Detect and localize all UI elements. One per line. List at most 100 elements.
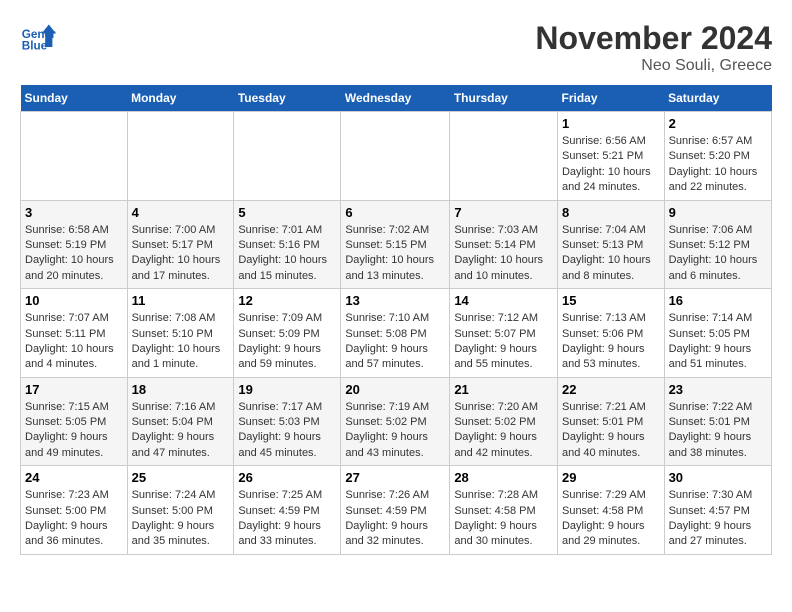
calendar-cell: 25 Sunrise: 7:24 AM Sunset: 5:00 PM Dayli… bbox=[127, 466, 234, 555]
day-number: 20 bbox=[345, 382, 445, 397]
day-number: 19 bbox=[238, 382, 336, 397]
calendar-cell: 3Sunrise: 6:58 AM Sunset: 5:19 PM Daylig… bbox=[21, 200, 128, 289]
calendar-cell: 14Sunrise: 7:12 AM Sunset: 5:07 PM Dayli… bbox=[450, 289, 558, 378]
calendar-cell bbox=[341, 112, 450, 201]
calendar-cell: 28 Sunrise: 7:28 AM Sunset: 4:58 PM Dayli… bbox=[450, 466, 558, 555]
day-number: 16 bbox=[669, 293, 767, 308]
week-row-4: 17 Sunrise: 7:15 AM Sunset: 5:05 PM Dayli… bbox=[21, 377, 772, 466]
calendar-cell: 22 Sunrise: 7:21 AM Sunset: 5:01 PM Dayli… bbox=[557, 377, 664, 466]
day-number: 23 bbox=[669, 382, 767, 397]
calendar-cell: 18 Sunrise: 7:16 AM Sunset: 5:04 PM Dayli… bbox=[127, 377, 234, 466]
day-number: 18 bbox=[132, 382, 230, 397]
calendar-table: SundayMondayTuesdayWednesdayThursdayFrid… bbox=[20, 85, 772, 555]
weekday-header-wednesday: Wednesday bbox=[341, 85, 450, 112]
day-number: 25 bbox=[132, 470, 230, 485]
day-info: Sunrise: 7:15 AM Sunset: 5:05 PM Dayligh… bbox=[25, 400, 123, 462]
day-info: Sunrise: 7:20 AM Sunset: 5:02 PM Dayligh… bbox=[454, 400, 553, 462]
day-number: 17 bbox=[25, 382, 123, 397]
day-number: 26 bbox=[238, 470, 336, 485]
day-info: Sunrise: 7:07 AM Sunset: 5:11 PM Dayligh… bbox=[25, 311, 123, 373]
day-number: 28 bbox=[454, 470, 553, 485]
weekday-header-saturday: Saturday bbox=[664, 85, 771, 112]
day-number: 2 bbox=[669, 116, 767, 131]
day-info: Sunrise: 7:23 AM Sunset: 5:00 PM Dayligh… bbox=[25, 488, 123, 550]
day-info: Sunrise: 7:26 AM Sunset: 4:59 PM Dayligh… bbox=[345, 488, 445, 550]
calendar-cell: 27 Sunrise: 7:26 AM Sunset: 4:59 PM Dayli… bbox=[341, 466, 450, 555]
day-number: 4 bbox=[132, 205, 230, 220]
week-row-2: 3Sunrise: 6:58 AM Sunset: 5:19 PM Daylig… bbox=[21, 200, 772, 289]
title-block: November 2024 Neo Souli, Greece bbox=[535, 20, 772, 75]
day-info: Sunrise: 7:09 AM Sunset: 5:09 PM Dayligh… bbox=[238, 311, 336, 373]
calendar-cell: 8Sunrise: 7:04 AM Sunset: 5:13 PM Daylig… bbox=[557, 200, 664, 289]
day-number: 9 bbox=[669, 205, 767, 220]
day-number: 29 bbox=[562, 470, 660, 485]
calendar-cell: 12 Sunrise: 7:09 AM Sunset: 5:09 PM Dayli… bbox=[234, 289, 341, 378]
calendar-cell: 17 Sunrise: 7:15 AM Sunset: 5:05 PM Dayli… bbox=[21, 377, 128, 466]
weekday-header-friday: Friday bbox=[557, 85, 664, 112]
day-info: Sunrise: 7:14 AM Sunset: 5:05 PM Dayligh… bbox=[669, 311, 767, 373]
day-info: Sunrise: 7:22 AM Sunset: 5:01 PM Dayligh… bbox=[669, 400, 767, 462]
day-number: 15 bbox=[562, 293, 660, 308]
calendar-cell: 10 Sunrise: 7:07 AM Sunset: 5:11 PM Dayli… bbox=[21, 289, 128, 378]
day-info: Sunrise: 7:01 AM Sunset: 5:16 PM Dayligh… bbox=[238, 223, 336, 285]
weekday-header-tuesday: Tuesday bbox=[234, 85, 341, 112]
day-number: 21 bbox=[454, 382, 553, 397]
day-info: Sunrise: 7:06 AM Sunset: 5:12 PM Dayligh… bbox=[669, 223, 767, 285]
day-info: Sunrise: 7:13 AM Sunset: 5:06 PM Dayligh… bbox=[562, 311, 660, 373]
calendar-cell: 24Sunrise: 7:23 AM Sunset: 5:00 PM Dayli… bbox=[21, 466, 128, 555]
calendar-cell: 30 Sunrise: 7:30 AM Sunset: 4:57 PM Dayli… bbox=[664, 466, 771, 555]
calendar-cell: 2 Sunrise: 6:57 AM Sunset: 5:20 PM Daylig… bbox=[664, 112, 771, 201]
weekday-header-monday: Monday bbox=[127, 85, 234, 112]
day-number: 30 bbox=[669, 470, 767, 485]
page-header: General Blue November 2024 Neo Souli, Gr… bbox=[20, 20, 772, 75]
day-info: Sunrise: 7:28 AM Sunset: 4:58 PM Dayligh… bbox=[454, 488, 553, 550]
day-number: 13 bbox=[345, 293, 445, 308]
day-number: 1 bbox=[562, 116, 660, 131]
weekday-header-sunday: Sunday bbox=[21, 85, 128, 112]
day-number: 5 bbox=[238, 205, 336, 220]
logo-icon: General Blue bbox=[20, 20, 56, 56]
day-info: Sunrise: 7:12 AM Sunset: 5:07 PM Dayligh… bbox=[454, 311, 553, 373]
day-info: Sunrise: 7:24 AM Sunset: 5:00 PM Dayligh… bbox=[132, 488, 230, 550]
day-info: Sunrise: 7:21 AM Sunset: 5:01 PM Dayligh… bbox=[562, 400, 660, 462]
week-row-5: 24Sunrise: 7:23 AM Sunset: 5:00 PM Dayli… bbox=[21, 466, 772, 555]
day-number: 12 bbox=[238, 293, 336, 308]
calendar-cell: 26 Sunrise: 7:25 AM Sunset: 4:59 PM Dayli… bbox=[234, 466, 341, 555]
day-info: Sunrise: 7:25 AM Sunset: 4:59 PM Dayligh… bbox=[238, 488, 336, 550]
calendar-cell: 9 Sunrise: 7:06 AM Sunset: 5:12 PM Daylig… bbox=[664, 200, 771, 289]
calendar-cell: 29Sunrise: 7:29 AM Sunset: 4:58 PM Dayli… bbox=[557, 466, 664, 555]
calendar-cell: 23 Sunrise: 7:22 AM Sunset: 5:01 PM Dayli… bbox=[664, 377, 771, 466]
day-number: 7 bbox=[454, 205, 553, 220]
day-info: Sunrise: 7:16 AM Sunset: 5:04 PM Dayligh… bbox=[132, 400, 230, 462]
weekday-header-thursday: Thursday bbox=[450, 85, 558, 112]
svg-text:Blue: Blue bbox=[22, 40, 48, 53]
day-info: Sunrise: 7:08 AM Sunset: 5:10 PM Dayligh… bbox=[132, 311, 230, 373]
calendar-cell: 5 Sunrise: 7:01 AM Sunset: 5:16 PM Daylig… bbox=[234, 200, 341, 289]
calendar-cell: 20Sunrise: 7:19 AM Sunset: 5:02 PM Dayli… bbox=[341, 377, 450, 466]
calendar-cell: 4 Sunrise: 7:00 AM Sunset: 5:17 PM Daylig… bbox=[127, 200, 234, 289]
day-info: Sunrise: 7:00 AM Sunset: 5:17 PM Dayligh… bbox=[132, 223, 230, 285]
day-info: Sunrise: 6:57 AM Sunset: 5:20 PM Dayligh… bbox=[669, 134, 767, 196]
calendar-cell bbox=[127, 112, 234, 201]
day-number: 22 bbox=[562, 382, 660, 397]
logo: General Blue bbox=[20, 20, 56, 56]
day-info: Sunrise: 7:03 AM Sunset: 5:14 PM Dayligh… bbox=[454, 223, 553, 285]
location-subtitle: Neo Souli, Greece bbox=[535, 57, 772, 75]
calendar-cell: 19 Sunrise: 7:17 AM Sunset: 5:03 PM Dayli… bbox=[234, 377, 341, 466]
calendar-cell: 6Sunrise: 7:02 AM Sunset: 5:15 PM Daylig… bbox=[341, 200, 450, 289]
calendar-cell bbox=[21, 112, 128, 201]
calendar-cell: 7 Sunrise: 7:03 AM Sunset: 5:14 PM Daylig… bbox=[450, 200, 558, 289]
day-info: Sunrise: 6:56 AM Sunset: 5:21 PM Dayligh… bbox=[562, 134, 660, 196]
day-number: 10 bbox=[25, 293, 123, 308]
calendar-cell: 16 Sunrise: 7:14 AM Sunset: 5:05 PM Dayli… bbox=[664, 289, 771, 378]
calendar-cell bbox=[234, 112, 341, 201]
month-year-title: November 2024 bbox=[535, 20, 772, 57]
day-number: 27 bbox=[345, 470, 445, 485]
day-info: Sunrise: 7:30 AM Sunset: 4:57 PM Dayligh… bbox=[669, 488, 767, 550]
day-info: Sunrise: 7:17 AM Sunset: 5:03 PM Dayligh… bbox=[238, 400, 336, 462]
day-number: 6 bbox=[345, 205, 445, 220]
calendar-cell: 11 Sunrise: 7:08 AM Sunset: 5:10 PM Dayli… bbox=[127, 289, 234, 378]
day-info: Sunrise: 6:58 AM Sunset: 5:19 PM Dayligh… bbox=[25, 223, 123, 285]
day-number: 11 bbox=[132, 293, 230, 308]
week-row-3: 10 Sunrise: 7:07 AM Sunset: 5:11 PM Dayli… bbox=[21, 289, 772, 378]
